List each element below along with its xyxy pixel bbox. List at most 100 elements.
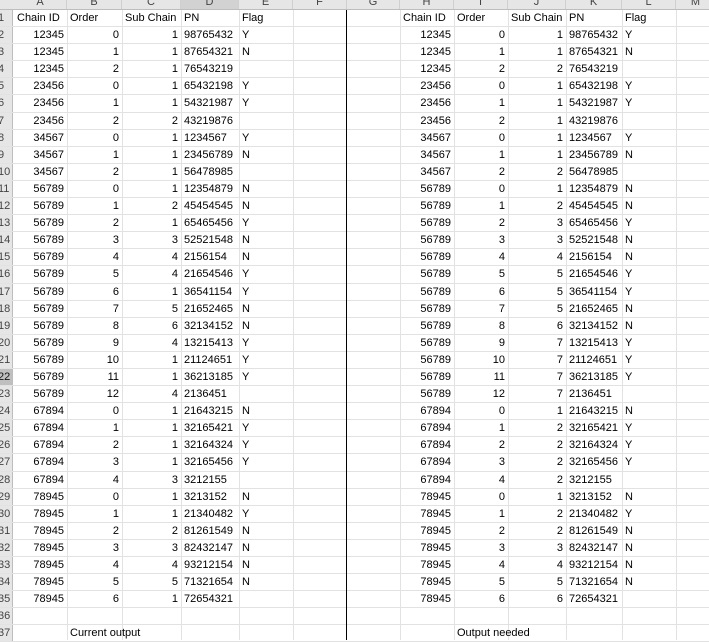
right-cell-order[interactable]: 1 bbox=[454, 506, 508, 522]
left-cell-chain-id[interactable]: 78945 bbox=[14, 506, 67, 522]
right-cell-order[interactable]: 4 bbox=[454, 472, 508, 488]
right-cell-sub-chain[interactable]: 2 bbox=[508, 523, 566, 539]
left-cell-pn[interactable]: 23456789 bbox=[181, 147, 239, 163]
right-cell-chain-id[interactable]: 12345 bbox=[400, 44, 454, 60]
right-cell-flag[interactable]: N bbox=[622, 147, 676, 163]
left-cell-chain-id[interactable]: 56789 bbox=[14, 215, 67, 231]
left-cell-sub-chain[interactable]: 2 bbox=[122, 198, 181, 214]
left-cell-order[interactable]: 1 bbox=[67, 95, 122, 111]
right-cell-chain-id[interactable]: 56789 bbox=[400, 284, 454, 300]
right-cell-pn[interactable]: 65432198 bbox=[566, 78, 622, 94]
row-number[interactable]: 1 bbox=[0, 10, 13, 27]
right-cell-sub-chain[interactable]: 3 bbox=[508, 232, 566, 248]
left-empty-cell[interactable] bbox=[239, 625, 293, 641]
left-cell-pn[interactable]: 82432147 bbox=[181, 540, 239, 556]
right-cell-chain-id[interactable]: 56789 bbox=[400, 352, 454, 368]
right-cell-pn[interactable]: 23456789 bbox=[566, 147, 622, 163]
left-cell-sub-chain[interactable]: 4 bbox=[122, 249, 181, 265]
right-cell-pn[interactable]: 36213185 bbox=[566, 369, 622, 385]
left-cell-order[interactable]: 1 bbox=[67, 44, 122, 60]
row-number[interactable]: 5 bbox=[0, 78, 13, 95]
row-number[interactable]: 19 bbox=[0, 317, 13, 334]
right-cell-sub-chain[interactable]: 5 bbox=[508, 301, 566, 317]
right-cell-order[interactable]: 2 bbox=[454, 113, 508, 129]
left-cell-pn[interactable]: 32164324 bbox=[181, 437, 239, 453]
left-cell-flag[interactable]: Y bbox=[239, 352, 293, 368]
left-cell-chain-id[interactable]: 78945 bbox=[14, 523, 67, 539]
row-number[interactable]: 7 bbox=[0, 112, 13, 129]
left-cell-sub-chain[interactable]: 1 bbox=[122, 420, 181, 436]
right-cell-sub-chain[interactable]: 1 bbox=[508, 181, 566, 197]
left-cell-pn[interactable]: 2156154 bbox=[181, 249, 239, 265]
right-cell-flag[interactable] bbox=[622, 61, 676, 77]
left-cell-pn[interactable]: 76543219 bbox=[181, 61, 239, 77]
column-header-l[interactable]: L bbox=[622, 0, 676, 9]
left-cell-order[interactable]: 2 bbox=[67, 437, 122, 453]
left-cell-flag[interactable]: Y bbox=[239, 335, 293, 351]
right-cell-order[interactable]: 2 bbox=[454, 61, 508, 77]
right-cell-order[interactable]: 5 bbox=[454, 574, 508, 590]
left-cell-pn[interactable]: 87654321 bbox=[181, 44, 239, 60]
right-cell-sub-chain[interactable]: 5 bbox=[508, 574, 566, 590]
left-cell-flag[interactable]: Y bbox=[239, 420, 293, 436]
right-cell-chain-id[interactable]: 56789 bbox=[400, 318, 454, 334]
left-cell-pn[interactable]: 65432198 bbox=[181, 78, 239, 94]
right-empty-cell[interactable] bbox=[454, 608, 508, 624]
right-cell-flag[interactable]: Y bbox=[622, 95, 676, 111]
right-cell-pn[interactable]: 32165456 bbox=[566, 454, 622, 470]
right-cell-pn[interactable]: 82432147 bbox=[566, 540, 622, 556]
right-cell-pn[interactable]: 32165421 bbox=[566, 420, 622, 436]
left-cell-pn[interactable]: 93212154 bbox=[181, 557, 239, 573]
row-number[interactable]: 36 bbox=[0, 608, 13, 625]
right-cell-pn[interactable]: 32164324 bbox=[566, 437, 622, 453]
right-cell-chain-id[interactable]: 23456 bbox=[400, 113, 454, 129]
right-cell-flag[interactable]: Y bbox=[622, 130, 676, 146]
right-cell-pn[interactable]: 45454545 bbox=[566, 198, 622, 214]
left-cell-chain-id[interactable]: 67894 bbox=[14, 454, 67, 470]
right-cell-flag[interactable]: N bbox=[622, 557, 676, 573]
right-cell-order[interactable]: 6 bbox=[454, 284, 508, 300]
right-cell-order[interactable]: 4 bbox=[454, 249, 508, 265]
right-cell-chain-id[interactable]: 56789 bbox=[400, 335, 454, 351]
left-cell-order[interactable]: 1 bbox=[67, 506, 122, 522]
left-cell-sub-chain[interactable]: 1 bbox=[122, 147, 181, 163]
left-cell-pn[interactable]: 21654546 bbox=[181, 266, 239, 282]
left-cell-flag[interactable]: N bbox=[239, 147, 293, 163]
left-cell-chain-id[interactable]: 56789 bbox=[14, 386, 67, 402]
left-cell-flag[interactable] bbox=[239, 386, 293, 402]
left-cell-pn[interactable]: 12354879 bbox=[181, 181, 239, 197]
right-header-sub-chain[interactable]: Sub Chain bbox=[508, 10, 566, 26]
right-cell-flag[interactable]: Y bbox=[622, 27, 676, 43]
right-cell-chain-id[interactable]: 78945 bbox=[400, 574, 454, 590]
left-cell-order[interactable]: 4 bbox=[67, 557, 122, 573]
right-empty-cell[interactable] bbox=[622, 608, 676, 624]
right-cell-pn[interactable]: 12354879 bbox=[566, 181, 622, 197]
left-cell-order[interactable]: 2 bbox=[67, 113, 122, 129]
right-cell-chain-id[interactable]: 67894 bbox=[400, 403, 454, 419]
row-number[interactable]: 16 bbox=[0, 266, 13, 283]
right-cell-order[interactable]: 1 bbox=[454, 95, 508, 111]
right-cell-flag[interactable]: N bbox=[622, 301, 676, 317]
right-cell-sub-chain[interactable]: 1 bbox=[508, 147, 566, 163]
left-cell-flag[interactable]: N bbox=[239, 403, 293, 419]
left-cell-order[interactable]: 0 bbox=[67, 130, 122, 146]
right-cell-sub-chain[interactable]: 2 bbox=[508, 437, 566, 453]
column-header-m[interactable]: M bbox=[676, 0, 709, 9]
left-cell-sub-chain[interactable]: 1 bbox=[122, 164, 181, 180]
left-cell-flag[interactable]: Y bbox=[239, 506, 293, 522]
left-cell-flag[interactable]: N bbox=[239, 489, 293, 505]
right-cell-pn[interactable]: 21340482 bbox=[566, 506, 622, 522]
left-cell-sub-chain[interactable]: 2 bbox=[122, 113, 181, 129]
right-cell-sub-chain[interactable]: 1 bbox=[508, 130, 566, 146]
right-cell-order[interactable]: 0 bbox=[454, 78, 508, 94]
row-number[interactable]: 11 bbox=[0, 180, 13, 198]
left-cell-pn[interactable]: 81261549 bbox=[181, 523, 239, 539]
left-cell-pn[interactable]: 65465456 bbox=[181, 215, 239, 231]
left-cell-sub-chain[interactable]: 1 bbox=[122, 27, 181, 43]
right-cell-order[interactable]: 6 bbox=[454, 591, 508, 607]
right-cell-order[interactable]: 0 bbox=[454, 130, 508, 146]
right-cell-flag[interactable]: Y bbox=[622, 78, 676, 94]
right-cell-order[interactable]: 8 bbox=[454, 318, 508, 334]
right-cell-sub-chain[interactable]: 1 bbox=[508, 78, 566, 94]
right-cell-chain-id[interactable]: 78945 bbox=[400, 540, 454, 556]
